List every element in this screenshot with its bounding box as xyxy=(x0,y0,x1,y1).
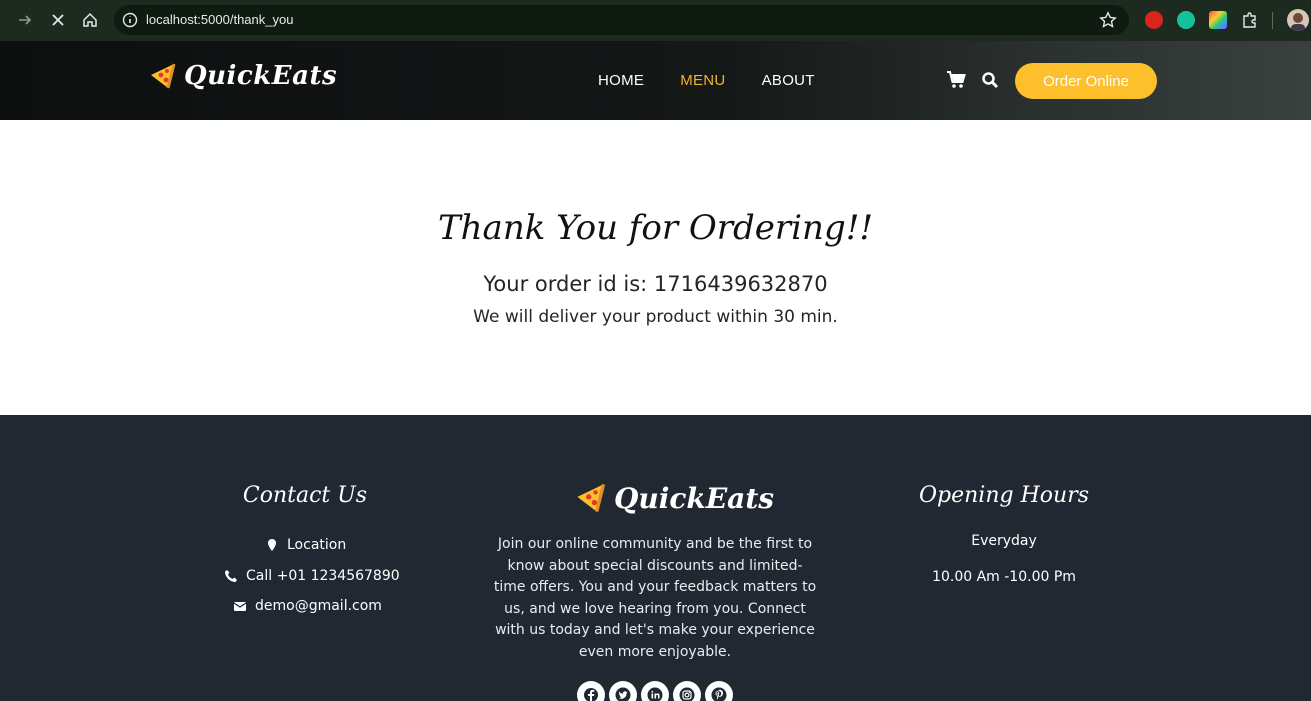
toolbar-divider xyxy=(1272,12,1273,29)
star-icon[interactable] xyxy=(1099,11,1117,29)
pizza-icon xyxy=(577,483,606,513)
social-links xyxy=(577,681,733,701)
facebook-icon[interactable] xyxy=(577,681,605,701)
puzzle-icon[interactable] xyxy=(1241,11,1259,29)
phone-icon xyxy=(225,570,237,582)
contact-title: Contact Us xyxy=(242,483,368,508)
thank-you-section: Thank You for Ordering!! Your order id i… xyxy=(0,120,1311,415)
forward-icon[interactable] xyxy=(15,10,35,30)
grammarly-icon[interactable] xyxy=(1177,11,1195,29)
order-online-button[interactable]: Order Online xyxy=(1015,63,1157,99)
contact-location-label: Location xyxy=(287,537,347,553)
footer-about-text: Join our online community and be the fir… xyxy=(493,536,817,660)
contact-email[interactable]: demo@gmail.com xyxy=(233,598,382,614)
site-info-icon[interactable] xyxy=(122,12,138,28)
hours-time: 10.00 Am -10.00 Pm xyxy=(932,569,1076,585)
hours-days: Everyday xyxy=(971,533,1037,549)
instagram-icon[interactable] xyxy=(673,681,701,701)
pizza-icon xyxy=(151,63,176,89)
extension-icon[interactable] xyxy=(1145,11,1163,29)
brand-name: QuickEats xyxy=(184,61,338,91)
pinterest-icon[interactable] xyxy=(705,681,733,701)
page-title: Thank You for Ordering!! xyxy=(437,208,874,248)
cart-icon[interactable] xyxy=(946,71,966,89)
linkedin-icon[interactable] xyxy=(641,681,669,701)
contact-phone-label: Call +01 1234567890 xyxy=(246,568,400,584)
contact-phone[interactable]: Call +01 1234567890 xyxy=(224,568,400,584)
stop-icon[interactable] xyxy=(48,10,68,30)
color-extension-icon[interactable] xyxy=(1209,11,1227,29)
browser-toolbar: localhost:5000/thank_you xyxy=(0,0,1311,41)
nav-home[interactable]: HOME xyxy=(598,72,644,89)
location-pin-icon xyxy=(268,539,276,551)
order-id-text: Your order id is: 1716439632870 xyxy=(483,272,828,296)
contact-email-label: demo@gmail.com xyxy=(255,598,382,614)
footer-brand-name: QuickEats xyxy=(614,481,775,515)
main-nav: HOME MENU ABOUT xyxy=(598,72,815,89)
hours-title: Opening Hours xyxy=(919,483,1089,508)
envelope-icon xyxy=(233,602,247,611)
address-bar[interactable]: localhost:5000/thank_you xyxy=(114,5,1129,35)
nav-about[interactable]: ABOUT xyxy=(762,72,815,89)
profile-avatar[interactable] xyxy=(1287,9,1309,31)
contact-location[interactable]: Location xyxy=(265,537,346,553)
brand-logo[interactable]: QuickEats xyxy=(148,61,337,91)
search-icon[interactable] xyxy=(981,71,999,89)
nav-menu[interactable]: MENU xyxy=(680,72,725,89)
footer-brand[interactable]: QuickEats xyxy=(574,481,774,515)
twitter-icon[interactable] xyxy=(609,681,637,701)
site-footer: Contact Us Location Call +01 1234567890 … xyxy=(0,415,1311,701)
home-icon[interactable] xyxy=(80,10,100,30)
url-text: localhost:5000/thank_you xyxy=(146,12,294,27)
delivery-text: We will deliver your product within 30 m… xyxy=(473,307,838,327)
site-header: QuickEats HOME MENU ABOUT Order Online xyxy=(0,41,1311,120)
